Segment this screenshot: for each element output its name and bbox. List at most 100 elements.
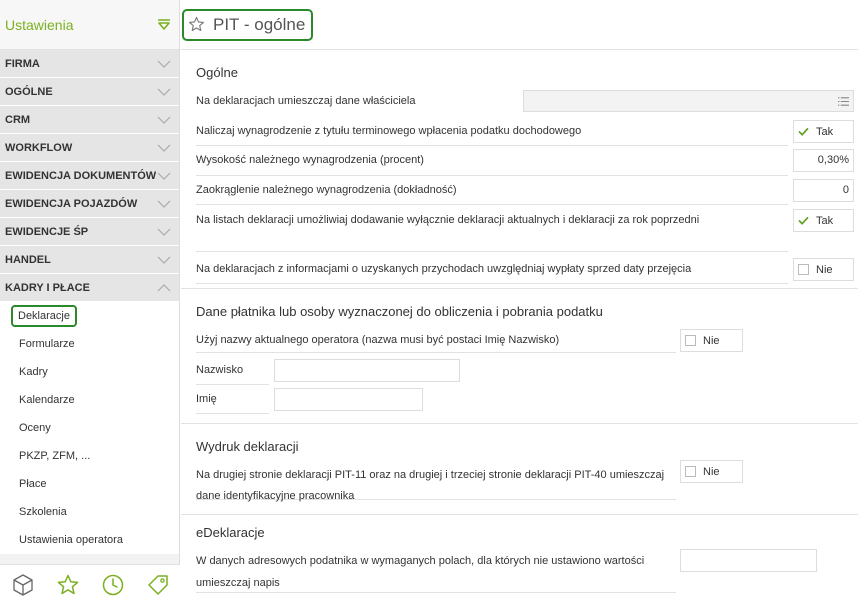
operator-label: Użyj nazwy aktualnego operatora (nazwa m… — [196, 334, 676, 353]
main-content: Ogólne Na deklaracjach umieszczaj dane w… — [181, 51, 858, 604]
sidebar-section-ogolne[interactable]: OGÓLNE — [0, 78, 179, 106]
sidebar-item-kadry[interactable]: Kadry — [0, 358, 179, 386]
imie-label: Imię — [196, 393, 269, 414]
sidebar-section-kadry-i-place[interactable]: KADRY I PŁACE — [0, 274, 179, 302]
sidebar-section-label: EWIDENCJA POJAZDÓW — [5, 197, 138, 210]
sidebar-item-label: Płace — [19, 478, 47, 490]
chevron-down-icon — [157, 88, 171, 96]
checkbox-value: Tak — [816, 125, 834, 138]
section-wydruk: Wydruk deklaracji Na drugiej stronie dek… — [181, 425, 858, 515]
sidebar-item-ustawienia-operatora[interactable]: Ustawienia operatora — [0, 526, 179, 554]
checkbox-box — [685, 335, 696, 346]
favorite-star-icon[interactable] — [188, 16, 205, 33]
sidebar-item-label: Ustawienia operatora — [19, 534, 123, 546]
sidebar-section-crm[interactable]: CRM — [0, 106, 179, 134]
clock-icon[interactable] — [101, 573, 125, 597]
sidebar-item-place[interactable]: Płace — [0, 470, 179, 498]
checkbox-box — [685, 466, 696, 477]
main-header: PIT - ogólne — [181, 0, 858, 50]
tag-icon[interactable] — [146, 573, 170, 597]
filter-icon[interactable] — [157, 18, 171, 32]
edeklaracje-input[interactable] — [680, 549, 817, 572]
checkbox-value: Nie — [703, 334, 720, 347]
chevron-down-icon — [157, 116, 171, 124]
nazwisko-input[interactable] — [274, 359, 460, 382]
chevron-down-icon — [157, 256, 171, 264]
section-platnik: Dane płatnika lub osoby wyznaczonej do o… — [181, 290, 858, 424]
wydruk-checkbox[interactable]: Nie — [680, 460, 743, 483]
sidebar-section-ewidencja-dokumentow[interactable]: EWIDENCJA DOKUMENTÓW — [0, 162, 179, 190]
check-icon — [798, 127, 809, 136]
edeklaracje-label-line1: W danych adresowych podatnika w wymagany… — [196, 555, 645, 567]
zaokraglenie-label: Zaokrąglenie należnego wynagrodzenia (do… — [196, 184, 788, 205]
checkbox-value: Nie — [703, 465, 720, 478]
sidebar-item-label: Kalendarze — [19, 394, 75, 406]
informacje-checkbox[interactable]: Nie — [793, 258, 854, 281]
edeklaracje-label-line2: umieszczaj napis — [196, 577, 280, 589]
sidebar-section-label: CRM — [5, 113, 31, 126]
section-title: Ogólne — [196, 65, 238, 80]
sidebar-header: Ustawienia — [0, 0, 179, 50]
sidebar: Ustawienia FIRMA OGÓLNE CRM WORKFLOW EWI… — [0, 0, 180, 604]
listy-label: Na listach deklaracji umożliwiaj dodawan… — [196, 214, 788, 252]
listy-checkbox[interactable]: Tak — [793, 209, 854, 232]
sidebar-item-kalendarze[interactable]: Kalendarze — [0, 386, 179, 414]
sidebar-item-label: PKZP, ZFM, ... — [19, 450, 91, 462]
nazwisko-label: Nazwisko — [196, 364, 269, 385]
sidebar-section-workflow[interactable]: WORKFLOW — [0, 134, 179, 162]
checkbox-box — [798, 264, 809, 275]
chevron-down-icon — [157, 228, 171, 236]
sidebar-section-label: WORKFLOW — [5, 141, 73, 154]
box-icon[interactable] — [11, 573, 35, 597]
section-edeklaracje: eDeklaracje W danych adresowych podatnik… — [181, 516, 858, 604]
section-title: Wydruk deklaracji — [196, 439, 299, 454]
owner-select[interactable] — [523, 90, 854, 112]
checkbox-value: Nie — [816, 263, 833, 276]
wysokosc-input[interactable]: 0,30% — [793, 149, 854, 172]
page-title-box: PIT - ogólne — [182, 8, 314, 41]
sidebar-item-label: Formularze — [19, 338, 75, 350]
chevron-up-icon — [157, 283, 171, 291]
sidebar-section-ewidencje-sp[interactable]: EWIDENCJE ŚP — [0, 218, 179, 246]
section-title: Dane płatnika lub osoby wyznaczonej do o… — [196, 304, 603, 319]
list-icon[interactable] — [837, 96, 850, 107]
operator-checkbox[interactable]: Nie — [680, 329, 743, 352]
chevron-down-icon — [157, 172, 171, 180]
sidebar-subitems: Deklaracje Formularze Kadry Kalendarze O… — [0, 302, 179, 554]
check-icon — [798, 216, 809, 225]
sidebar-footer — [0, 564, 180, 604]
sidebar-section-ewidencja-pojazdow[interactable]: EWIDENCJA POJAZDÓW — [0, 190, 179, 218]
wysokosc-label: Wysokość należnego wynagrodzenia (procen… — [196, 154, 788, 176]
wydruk-label: Na drugiej stronie deklaracji PIT-11 ora… — [196, 465, 676, 502]
sidebar-section-firma[interactable]: FIRMA — [0, 50, 179, 78]
sidebar-section-label: KADRY I PŁACE — [5, 281, 90, 294]
sidebar-item-formularze[interactable]: Formularze — [0, 330, 179, 358]
chevron-down-icon — [157, 60, 171, 68]
sidebar-section-label: EWIDENCJA DOKUMENTÓW — [5, 169, 157, 182]
sidebar-section-handel[interactable]: HANDEL — [0, 246, 179, 274]
sidebar-item-szkolenia[interactable]: Szkolenia — [0, 498, 179, 526]
sidebar-section-label: EWIDENCJE ŚP — [5, 225, 89, 238]
informacje-label: Na deklaracjach z informacjami o uzyskan… — [196, 263, 788, 284]
sidebar-item-deklaracje[interactable]: Deklaracje — [0, 302, 179, 330]
zaokraglenie-input[interactable]: 0 — [793, 179, 854, 202]
naliczaj-label: Naliczaj wynagrodzenie z tytułu terminow… — [196, 125, 788, 146]
wydruk-label-line1: Na drugiej stronie deklaracji PIT-11 ora… — [196, 469, 665, 481]
edeklaracje-label: W danych adresowych podatnika w wymagany… — [196, 550, 676, 593]
section-ogolne: Ogólne Na deklaracjach umieszczaj dane w… — [181, 51, 858, 289]
wydruk-label-line2: dane identyfikacyjne pracownika — [196, 490, 355, 502]
sidebar-item-pkzp[interactable]: PKZP, ZFM, ... — [0, 442, 179, 470]
page-title: PIT - ogólne — [213, 14, 306, 34]
star-icon[interactable] — [56, 573, 80, 597]
sidebar-title: Ustawienia — [5, 16, 74, 33]
sidebar-item-label: Kadry — [19, 366, 48, 378]
section-title: eDeklaracje — [196, 525, 265, 540]
sidebar-item-label: Szkolenia — [19, 506, 67, 518]
imie-input[interactable] — [274, 388, 423, 411]
sidebar-section-label: HANDEL — [5, 253, 51, 266]
sidebar-item-oceny[interactable]: Oceny — [0, 414, 179, 442]
sidebar-section-label: OGÓLNE — [5, 85, 53, 98]
checkbox-value: Tak — [816, 214, 834, 227]
naliczaj-checkbox[interactable]: Tak — [793, 120, 854, 143]
owner-label: Na deklaracjach umieszczaj dane właścici… — [196, 95, 416, 107]
